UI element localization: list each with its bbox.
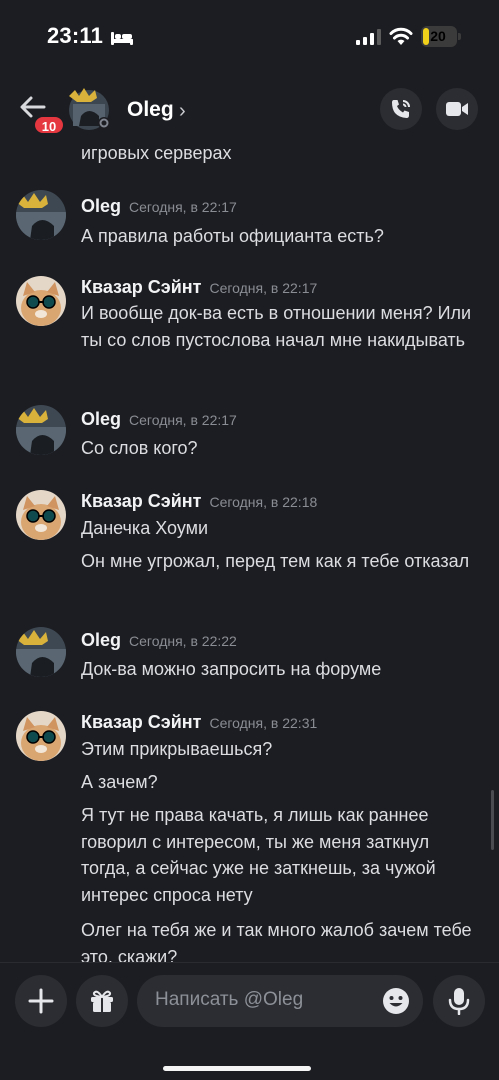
message-author[interactable]: Квазар Сэйнт Сегодня, в 22:18	[81, 491, 317, 512]
status-bar: 23:11 20	[0, 0, 499, 72]
message-author[interactable]: Квазар Сэйнт Сегодня, в 22:17	[81, 277, 317, 298]
chat-title[interactable]: Oleg	[127, 98, 174, 122]
cellular-signal-icon	[356, 29, 381, 45]
chat-header: 10 Oleg ›	[0, 72, 499, 144]
author-name[interactable]: Квазар Сэйнт	[81, 491, 201, 511]
emoji-icon	[383, 988, 409, 1014]
message-text: Я тут не права качать, я лишь как раннее…	[81, 805, 436, 905]
avatar-image	[16, 276, 66, 326]
author-name[interactable]: Квазар Сэйнт	[81, 277, 201, 297]
message-timestamp: Сегодня, в 22:17	[209, 280, 318, 296]
author-name[interactable]: Oleg	[81, 196, 121, 216]
message-author[interactable]: Oleg Сегодня, в 22:17	[81, 409, 237, 430]
video-call-button[interactable]	[436, 88, 478, 130]
emoji-button[interactable]	[382, 987, 410, 1015]
message-text: Со слов кого?	[81, 438, 198, 458]
avatar-image	[16, 627, 66, 677]
voice-call-button[interactable]	[380, 88, 422, 130]
avatar[interactable]	[16, 627, 66, 677]
bed-icon	[111, 32, 133, 45]
message-input[interactable]: Написать @Oleg	[137, 975, 423, 1027]
avatar-image	[16, 190, 66, 240]
microphone-icon	[448, 988, 470, 1015]
author-name[interactable]: Oleg	[81, 630, 121, 650]
message-input-placeholder: Написать @Oleg	[155, 989, 304, 1010]
message-list[interactable]: игровых серверах Oleg Сегодня, в 22:17 А …	[0, 144, 499, 962]
message-author[interactable]: Oleg Сегодня, в 22:22	[81, 630, 237, 651]
message-text: Этим прикрываешься?	[81, 739, 273, 759]
message-text: А зачем?	[81, 772, 158, 792]
chevron-right-icon[interactable]: ›	[179, 100, 186, 123]
battery-icon: 20	[421, 26, 457, 47]
avatar[interactable]	[16, 276, 66, 326]
status-time: 23:11	[47, 23, 104, 48]
home-indicator[interactable]	[163, 1066, 311, 1071]
avatar[interactable]	[16, 190, 66, 240]
avatar[interactable]	[16, 490, 66, 540]
message-timestamp: Сегодня, в 22:22	[129, 633, 237, 649]
clipped-message-text: игровых серверах	[81, 144, 232, 163]
avatar-image	[16, 405, 66, 455]
avatar[interactable]	[16, 405, 66, 455]
avatar[interactable]	[16, 711, 66, 761]
message-text: Док-ва можно запросить на форуме	[81, 659, 382, 679]
header-avatar[interactable]	[67, 86, 111, 130]
composer-bar: Написать @Oleg	[0, 962, 499, 1080]
message-text: Данечка Хоуми	[81, 518, 209, 538]
video-camera-icon	[446, 102, 468, 116]
battery-cap	[458, 33, 461, 40]
scrollbar[interactable]	[491, 790, 494, 850]
message-text: И вообще док-ва есть в отношении меня? И…	[81, 303, 472, 350]
battery-percentage: 20	[430, 28, 446, 44]
avatar-image	[69, 88, 110, 130]
author-name[interactable]: Oleg	[81, 409, 121, 429]
wifi-icon	[389, 27, 413, 45]
add-attachment-button[interactable]	[15, 975, 67, 1027]
message-timestamp: Сегодня, в 22:18	[209, 494, 318, 510]
author-name[interactable]: Квазар Сэйнт	[81, 712, 201, 732]
message-author[interactable]: Oleg Сегодня, в 22:17	[81, 196, 237, 217]
message-timestamp: Сегодня, в 22:31	[209, 715, 318, 731]
avatar-image	[16, 711, 66, 761]
gift-button[interactable]	[76, 975, 128, 1027]
message-text: Он мне угрожал, перед тем как я тебе отк…	[81, 551, 470, 571]
message-text: Олег на тебя же и так много жалоб зачем …	[81, 920, 472, 962]
phone-call-icon	[392, 100, 410, 118]
message-text: А правила работы официанта есть?	[81, 226, 384, 246]
avatar-image	[16, 490, 66, 540]
gift-icon	[91, 990, 113, 1012]
message-timestamp: Сегодня, в 22:17	[129, 199, 237, 215]
message-timestamp: Сегодня, в 22:17	[129, 412, 237, 428]
message-author[interactable]: Квазар Сэйнт Сегодня, в 22:31	[81, 712, 317, 733]
unread-badge: 10	[33, 115, 65, 135]
voice-message-button[interactable]	[433, 975, 485, 1027]
plus-icon	[28, 988, 54, 1014]
